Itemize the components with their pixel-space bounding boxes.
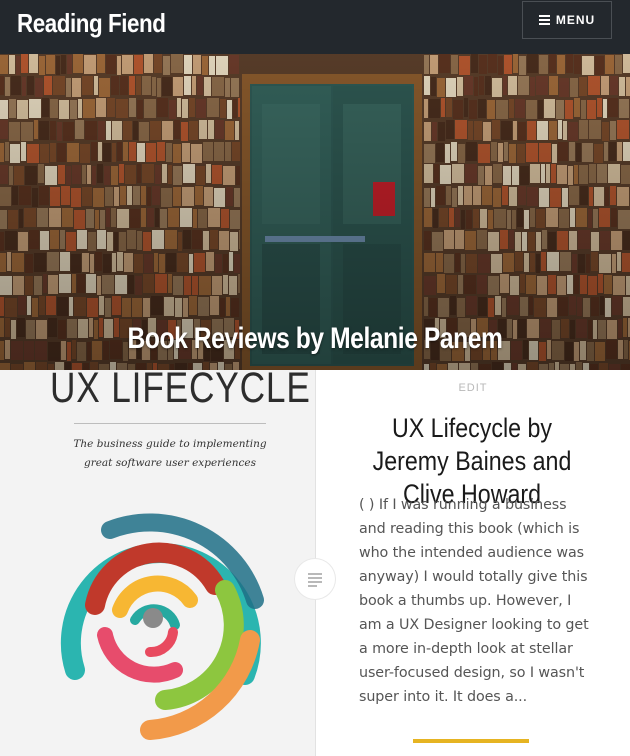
read-more-bar[interactable] (413, 739, 529, 743)
menu-button[interactable]: MENU (522, 1, 612, 39)
excerpt-line: and reading this book (which is (359, 521, 580, 537)
post-card: UX LIFECYCLE The business guide to imple… (0, 370, 630, 756)
site-title[interactable]: Reading Fiend (17, 8, 166, 39)
excerpt-line: a more in-depth look at stellar (359, 641, 573, 657)
excerpt-line: who the intended audience was (359, 545, 584, 561)
edit-link[interactable]: EDIT (316, 382, 630, 394)
excerpt-line: anyway) I would totally give this (359, 569, 588, 585)
standard-post-icon (295, 559, 335, 599)
hero-banner: Book Reviews by Melanie Panem (0, 54, 630, 370)
excerpt-line: super into it. It does a... (359, 689, 528, 705)
post-excerpt: ( ) If I was running a business and read… (359, 493, 595, 709)
menu-label: MENU (555, 13, 596, 27)
excerpt-line: ( ) If I was running a business (359, 497, 567, 513)
cover-rings-illustration (60, 513, 264, 740)
hamburger-icon (538, 13, 550, 27)
excerpt-line: am a UX Designer looking to get (359, 617, 589, 633)
excerpt-line: book a thumbs up. However, I (359, 593, 572, 609)
hero-title: Book Reviews by Melanie Panem (127, 322, 503, 355)
site-header: Reading Fiend MENU (0, 0, 630, 54)
excerpt-line: user-focused design, so I wasn't (359, 665, 585, 681)
post-thumbnail[interactable]: UX LIFECYCLE The business guide to imple… (0, 370, 316, 756)
